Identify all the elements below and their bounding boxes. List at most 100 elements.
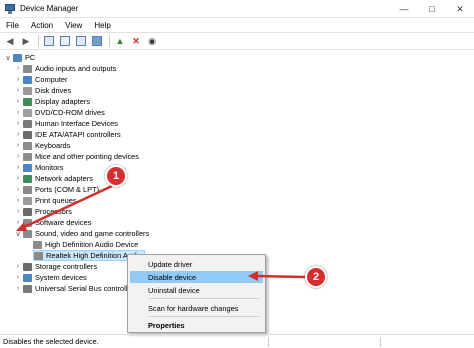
- menu-action[interactable]: Action: [25, 21, 59, 30]
- tree-item-label: Disk drives: [35, 86, 72, 95]
- tree-item-label: Monitors: [35, 163, 64, 172]
- scan-hardware-menu-item[interactable]: Scan for hardware changes: [130, 302, 263, 314]
- tree-item-usb[interactable]: › Universal Serial Bus controllers: [13, 283, 138, 294]
- window-title: Device Manager: [20, 4, 79, 13]
- properties-icon[interactable]: [42, 34, 56, 48]
- chevron-right-icon[interactable]: ›: [13, 164, 23, 171]
- maximize-button[interactable]: □: [418, 0, 446, 18]
- chevron-right-icon[interactable]: ›: [13, 109, 23, 116]
- printer-icon: [23, 196, 32, 205]
- chevron-right-icon[interactable]: ›: [13, 98, 23, 105]
- tree-item-storage[interactable]: › Storage controllers: [13, 261, 97, 272]
- tree-item-monitors[interactable]: › Monitors: [13, 162, 64, 173]
- tree-item-label: Mice and other pointing devices: [35, 152, 139, 161]
- mouse-icon: [23, 152, 32, 161]
- hid-icon: [23, 119, 32, 128]
- speaker-icon: [23, 229, 32, 238]
- uninstall-device-menu-item[interactable]: Uninstall device: [130, 284, 263, 296]
- tree-item-hid[interactable]: › Human Interface Devices: [13, 118, 118, 129]
- tree-item-label: High Definition Audio Device: [45, 240, 139, 249]
- tree-item-label: System devices: [35, 273, 87, 282]
- tree-root-label: PC: [25, 53, 36, 62]
- storage-icon: [23, 262, 32, 271]
- usb-icon: [23, 284, 32, 293]
- update-driver-icon[interactable]: ▲: [113, 34, 127, 48]
- chevron-right-icon[interactable]: ›: [13, 219, 23, 226]
- dvd-icon: [23, 108, 32, 117]
- tree-item-ports[interactable]: › Ports (COM & LPT): [13, 184, 99, 195]
- tree-item-disk[interactable]: › Disk drives: [13, 85, 71, 96]
- network-icon: [23, 174, 32, 183]
- port-icon: [23, 185, 32, 194]
- status-divider: [380, 337, 381, 347]
- tree-item-label: Software devices: [35, 218, 92, 227]
- close-button[interactable]: ✕: [446, 0, 474, 18]
- chevron-right-icon[interactable]: ›: [13, 131, 23, 138]
- tree-item-sound[interactable]: ∨ Sound, video and game controllers: [13, 228, 149, 239]
- speaker-icon: [34, 251, 43, 260]
- monitor-icon[interactable]: [90, 34, 104, 48]
- software-icon: [23, 218, 32, 227]
- disable-device-icon[interactable]: ◉: [145, 34, 159, 48]
- tree-item-label: DVD/CD-ROM drives: [35, 108, 105, 117]
- ide-icon: [23, 130, 32, 139]
- view-icon[interactable]: [74, 34, 88, 48]
- menu-help[interactable]: Help: [88, 21, 116, 30]
- menu-view[interactable]: View: [59, 21, 88, 30]
- menu-bar: File Action View Help: [0, 18, 474, 32]
- tree-item-keyboards[interactable]: › Keyboards: [13, 140, 71, 151]
- tree-item-processors[interactable]: › Processors: [13, 206, 72, 217]
- menu-file[interactable]: File: [0, 21, 25, 30]
- update-driver-menu-item[interactable]: Update driver: [130, 258, 263, 270]
- chevron-right-icon[interactable]: ›: [13, 186, 23, 193]
- tree-item-label: Storage controllers: [35, 262, 98, 271]
- chevron-right-icon[interactable]: ›: [13, 120, 23, 127]
- tree-root[interactable]: ∨ PC: [3, 52, 35, 63]
- tree-item-label: IDE ATA/ATAPI controllers: [35, 130, 121, 139]
- toolbar: ◀ ▶ ▲ ✕ ◉: [0, 32, 474, 50]
- uninstall-icon[interactable]: ✕: [129, 34, 143, 48]
- chevron-down-icon[interactable]: ∨: [13, 230, 23, 238]
- speaker-icon: [33, 240, 42, 249]
- help-icon[interactable]: [58, 34, 72, 48]
- status-divider: [268, 337, 269, 347]
- tree-item-hd-audio[interactable]: High Definition Audio Device: [33, 239, 138, 250]
- chevron-right-icon[interactable]: ›: [13, 263, 23, 270]
- chevron-right-icon[interactable]: ›: [13, 153, 23, 160]
- tree-item-label: Universal Serial Bus controllers: [35, 284, 138, 293]
- tree-item-label: Display adapters: [35, 97, 91, 106]
- tree-item-computer[interactable]: › Computer: [13, 74, 68, 85]
- computer-icon: [13, 53, 22, 62]
- properties-menu-item[interactable]: Properties: [130, 319, 263, 331]
- chevron-right-icon[interactable]: ›: [13, 285, 23, 292]
- tree-item-mice[interactable]: › Mice and other pointing devices: [13, 151, 139, 162]
- tree-item-print-queues[interactable]: › Print queues: [13, 195, 77, 206]
- speaker-icon: [23, 64, 32, 73]
- back-arrow-icon[interactable]: ◀: [3, 34, 17, 48]
- disable-device-menu-item[interactable]: Disable device: [130, 271, 263, 283]
- status-bar: Disables the selected device.: [0, 334, 474, 348]
- chevron-right-icon[interactable]: ›: [13, 175, 23, 182]
- chevron-right-icon[interactable]: ›: [13, 208, 23, 215]
- tree-item-audio[interactable]: › Audio inputs and outputs: [13, 63, 117, 74]
- forward-arrow-icon[interactable]: ▶: [19, 34, 33, 48]
- tree-item-ide[interactable]: › IDE ATA/ATAPI controllers: [13, 129, 121, 140]
- tree-item-label: Ports (COM & LPT): [35, 185, 100, 194]
- chevron-right-icon[interactable]: ›: [13, 197, 23, 204]
- display-adapter-icon: [23, 97, 32, 106]
- chevron-right-icon[interactable]: ›: [13, 65, 23, 72]
- tree-item-dvd[interactable]: › DVD/CD-ROM drives: [13, 107, 105, 118]
- chevron-right-icon[interactable]: ›: [13, 142, 23, 149]
- disk-icon: [23, 86, 32, 95]
- tree-item-label: Human Interface Devices: [35, 119, 118, 128]
- minimize-button[interactable]: —: [390, 0, 418, 18]
- tree-item-display[interactable]: › Display adapters: [13, 96, 90, 107]
- chevron-right-icon[interactable]: ›: [13, 76, 23, 83]
- chevron-right-icon[interactable]: ›: [13, 274, 23, 281]
- tree-item-system[interactable]: › System devices: [13, 272, 87, 283]
- chevron-right-icon[interactable]: ›: [13, 87, 23, 94]
- chevron-down-icon[interactable]: ∨: [3, 54, 13, 62]
- tree-item-network[interactable]: › Network adapters: [13, 173, 93, 184]
- tree-item-software[interactable]: › Software devices: [13, 217, 91, 228]
- keyboard-icon: [23, 141, 32, 150]
